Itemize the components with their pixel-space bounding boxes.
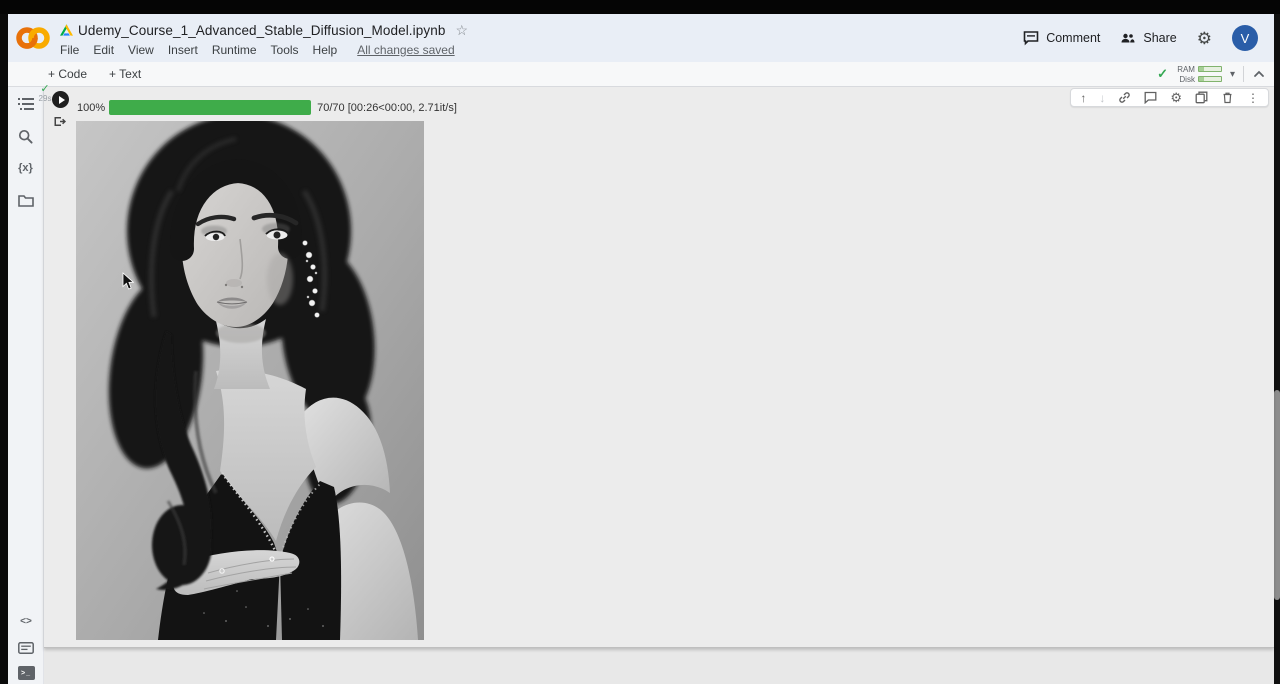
search-icon[interactable] [17, 127, 35, 145]
ram-gauge [1198, 66, 1222, 72]
output-actions-icon[interactable] [54, 115, 67, 128]
link-cell-icon[interactable] [1118, 91, 1131, 104]
run-cell-button[interactable] [52, 91, 69, 108]
letterbox-left [0, 14, 8, 684]
menu-tools[interactable]: Tools [271, 43, 299, 57]
disk-label: Disk [1176, 75, 1195, 84]
play-icon [59, 96, 65, 104]
left-sidebar: {x} <> >_ [8, 87, 44, 684]
connected-check-icon: ✓ [1157, 66, 1168, 82]
sidebar-bottom: <> >_ [8, 612, 44, 680]
add-code-button[interactable]: + Code [48, 67, 87, 81]
menu-bar: File Edit View Insert Runtime Tools Help… [60, 42, 468, 58]
page-scrollbar[interactable] [1274, 390, 1280, 600]
progress-percent: 100% [77, 102, 105, 114]
delete-cell-icon[interactable] [1221, 91, 1234, 104]
save-status-link[interactable]: All changes saved [357, 43, 454, 57]
notebook-area: ✓ 29s 100% 70/70 [00:26<00:00, 2.71it/s] [44, 87, 1274, 684]
notebook-title[interactable]: Udemy_Course_1_Advanced_Stable_Diffusion… [78, 23, 445, 38]
header-left: Udemy_Course_1_Advanced_Stable_Diffusion… [14, 14, 468, 62]
files-folder-icon[interactable] [17, 191, 35, 209]
progress-bar-fill [109, 100, 311, 115]
share-people-icon [1120, 30, 1136, 46]
mirror-cell-icon[interactable] [1195, 91, 1208, 104]
comment-button[interactable]: Comment [1023, 30, 1100, 46]
progress-bar [109, 100, 311, 115]
code-snippets-icon[interactable]: <> [17, 612, 35, 630]
app-header: Udemy_Course_1_Advanced_Stable_Diffusion… [8, 14, 1274, 62]
resources-caret-icon[interactable]: ▾ [1230, 69, 1235, 80]
menu-runtime[interactable]: Runtime [212, 43, 257, 57]
letterbox-top [0, 0, 1280, 14]
header-actions: Comment Share ⚙ V [1023, 14, 1264, 62]
below-cell-area[interactable] [44, 648, 1274, 684]
add-comment-icon[interactable] [1144, 91, 1157, 104]
settings-gear-icon[interactable]: ⚙ [1197, 30, 1212, 47]
collapse-header-icon[interactable] [1252, 67, 1266, 81]
star-icon[interactable]: ☆ [455, 22, 468, 39]
execution-check-icon: ✓ [34, 84, 56, 94]
move-cell-up-button[interactable]: ↑ [1080, 92, 1086, 104]
comment-label: Comment [1046, 31, 1100, 45]
table-of-contents-icon[interactable] [17, 95, 35, 113]
menu-view[interactable]: View [128, 43, 154, 57]
title-block: Udemy_Course_1_Advanced_Stable_Diffusion… [60, 14, 468, 58]
colab-logo-icon[interactable] [14, 25, 52, 51]
comment-icon [1023, 30, 1039, 46]
ram-label: RAM [1176, 65, 1195, 74]
menu-help[interactable]: Help [313, 43, 338, 57]
notebook-toolbar: + Code + Text ✓ RAM Disk ▾ [8, 62, 1274, 87]
disk-gauge [1198, 76, 1222, 82]
avatar[interactable]: V [1232, 25, 1258, 51]
terminal-icon[interactable]: >_ [18, 666, 35, 680]
share-label: Share [1143, 31, 1176, 45]
move-cell-down-button[interactable]: ↓ [1099, 92, 1105, 104]
output-image [76, 121, 424, 640]
colab-window: Udemy_Course_1_Advanced_Stable_Diffusion… [8, 14, 1274, 684]
cell-settings-gear-icon[interactable]: ⚙ [1170, 91, 1182, 104]
tqdm-progress: 100% 70/70 [00:26<00:00, 2.71it/s] [77, 100, 457, 115]
toolbar-divider [1243, 66, 1244, 82]
drive-icon [60, 24, 73, 36]
command-palette-icon[interactable] [17, 639, 35, 657]
more-cell-actions-icon[interactable]: ⋮ [1247, 92, 1259, 104]
share-button[interactable]: Share [1120, 30, 1176, 46]
code-cell[interactable]: ✓ 29s 100% 70/70 [00:26<00:00, 2.71it/s] [44, 87, 1274, 648]
letterbox-right [1274, 14, 1280, 684]
progress-stats: 70/70 [00:26<00:00, 2.71it/s] [317, 102, 457, 114]
add-text-button[interactable]: + Text [109, 67, 141, 81]
variables-icon[interactable]: {x} [17, 159, 35, 177]
cell-toolbar: ↑ ↓ ⚙ [1070, 88, 1269, 107]
menu-edit[interactable]: Edit [93, 43, 114, 57]
menu-insert[interactable]: Insert [168, 43, 198, 57]
resources-indicator[interactable]: RAM Disk [1176, 65, 1222, 84]
menu-file[interactable]: File [60, 43, 79, 57]
